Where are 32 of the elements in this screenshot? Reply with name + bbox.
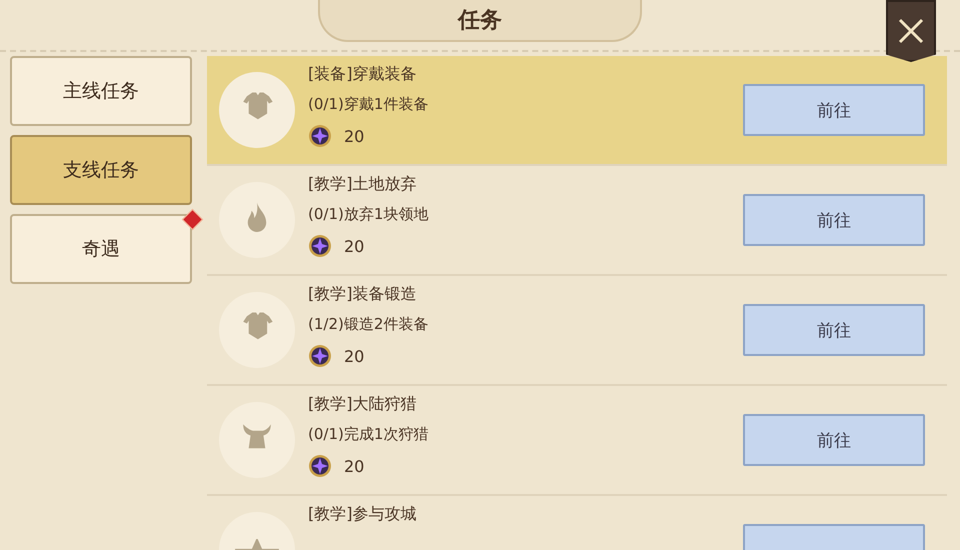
task-row[interactable]: [教学]大陆狩猎 (0/1)完成1次狩猎 20 前往 [207, 386, 947, 496]
sidebar-tab[interactable]: 奇遇 [10, 214, 192, 284]
sidebar-tab[interactable]: 主线任务 [10, 56, 192, 126]
reward-amount: 20 [344, 346, 364, 366]
task-row[interactable]: [装备]穿戴装备 (0/1)穿戴1件装备 20 前往 [207, 56, 947, 166]
reward-amount: 20 [344, 236, 364, 256]
reward-amount: 20 [344, 126, 364, 146]
task-progress: (0/1)放弃1块领地 [308, 204, 428, 224]
star-coin-icon [308, 124, 332, 148]
task-title: [教学]土地放弃 [308, 174, 418, 194]
sidebar-tab[interactable]: 支线任务 [10, 135, 192, 205]
star-coin-icon [308, 454, 332, 478]
window-title: 任务 [458, 7, 502, 35]
star-coin-icon [308, 234, 332, 258]
task-progress: (1/2)锻造2件装备 [308, 314, 428, 334]
go-button[interactable]: 前往 [743, 414, 925, 466]
task-title: [教学]装备锻造 [308, 284, 418, 304]
task-row[interactable]: [教学]土地放弃 (0/1)放弃1块领地 20 前往 [207, 166, 947, 276]
go-button[interactable]: 前往 [743, 194, 925, 246]
go-button[interactable]: 前往 [743, 304, 925, 356]
reward-amount: 20 [344, 456, 364, 476]
close-button[interactable] [886, 0, 936, 62]
close-icon [896, 16, 926, 46]
go-button[interactable]: 前往 [743, 84, 925, 136]
task-progress: (0/1)完成1次狩猎 [308, 424, 428, 444]
task-progress: (0/1)穿戴1件装备 [308, 94, 428, 114]
task-row[interactable]: [教学]参与攻城 [207, 496, 947, 550]
task-title: [教学]参与攻城 [308, 504, 416, 524]
task-title: [装备]穿戴装备 [308, 64, 418, 84]
star-coin-icon [308, 344, 332, 368]
task-title: [教学]大陆狩猎 [308, 394, 418, 414]
task-row[interactable]: [教学]装备锻造 (1/2)锻造2件装备 20 前往 [207, 276, 947, 386]
